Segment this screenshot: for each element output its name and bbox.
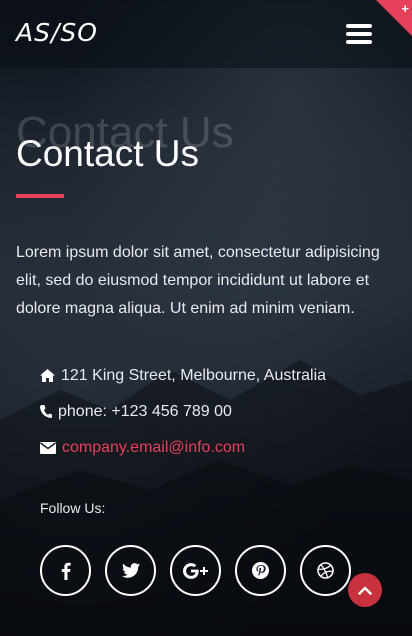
dribbble-icon: [317, 562, 334, 579]
hamburger-menu-icon[interactable]: [346, 24, 372, 44]
plus-icon[interactable]: +: [401, 1, 409, 16]
facebook-button[interactable]: [40, 545, 91, 596]
address-row: 121 King Street, Melbourne, Australia: [40, 367, 326, 385]
home-icon: [40, 369, 55, 382]
pinterest-icon: [252, 562, 269, 579]
phone-row: phone: +123 456 789 00: [40, 403, 232, 421]
description-text: Lorem ipsum dolor sit amet, consectetur …: [16, 244, 380, 317]
page-title: Contact Us: [16, 133, 200, 174]
follow-us-label: Follow Us:: [40, 500, 106, 516]
google-plus-button[interactable]: [170, 545, 221, 596]
logo[interactable]: AS/SO: [16, 18, 98, 47]
phone-icon: [40, 405, 52, 418]
chevron-up-icon: [358, 586, 372, 595]
email-row: company.email@info.com: [40, 439, 245, 457]
pinterest-button[interactable]: [235, 545, 286, 596]
facebook-icon: [61, 562, 71, 580]
back-to-top-button[interactable]: [348, 573, 382, 607]
twitter-icon: [121, 563, 140, 578]
email-link[interactable]: company.email@info.com: [62, 439, 245, 456]
envelope-icon: [40, 442, 56, 454]
address-text: 121 King Street, Melbourne, Australia: [61, 367, 327, 384]
title-underline: [16, 194, 64, 198]
phone-text: phone: +123 456 789 00: [58, 403, 232, 420]
header-bar: AS/SO: [0, 0, 412, 68]
google-plus-icon: [182, 562, 208, 579]
twitter-button[interactable]: [105, 545, 156, 596]
dribbble-button[interactable]: [300, 545, 351, 596]
